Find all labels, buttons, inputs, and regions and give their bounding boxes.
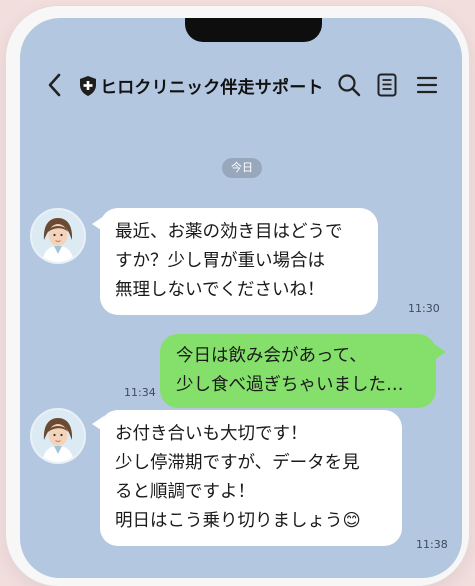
- avatar-portrait-icon: [32, 210, 84, 262]
- bubble-tail: [434, 344, 446, 360]
- doctor-avatar[interactable]: [30, 208, 86, 264]
- date-separator: 今日: [222, 158, 262, 178]
- message-time: 11:38: [416, 538, 448, 551]
- chat-title: ヒロクリニック伴走サポート: [100, 78, 324, 98]
- doctor-avatar[interactable]: [30, 408, 86, 464]
- incoming-message-bubble[interactable]: 最近、お薬の効き目はどうで すか？少し胃が重い場合は 無理しないでくださいね！: [100, 208, 378, 315]
- notes-icon[interactable]: [374, 72, 400, 98]
- back-arrow-icon[interactable]: [42, 71, 68, 99]
- incoming-message-bubble[interactable]: お付き合いも大切です！ 少し停滞期ですが、データを見 ると順調ですよ！ 明日はこ…: [100, 410, 402, 546]
- search-icon[interactable]: [336, 72, 362, 98]
- message-time: 11:30: [408, 302, 440, 315]
- message-time: 11:34: [124, 386, 156, 399]
- hamburger-menu-icon[interactable]: [414, 72, 440, 98]
- phone-notch: [185, 18, 322, 42]
- shield-plus-icon: [80, 76, 96, 96]
- chat-header: ヒロクリニック伴走サポート: [20, 63, 462, 107]
- chat-screen: ヒロクリニック伴走サポート 今日 最近、お薬の効き目はどうで すか？少し胃が重い…: [20, 18, 462, 578]
- outgoing-message-bubble[interactable]: 今日は飲み会があって、 少し食べ過ぎちゃいました…: [160, 334, 436, 408]
- avatar-portrait-icon: [32, 410, 84, 462]
- phone-frame: ヒロクリニック伴走サポート 今日 最近、お薬の効き目はどうで すか？少し胃が重い…: [6, 6, 469, 586]
